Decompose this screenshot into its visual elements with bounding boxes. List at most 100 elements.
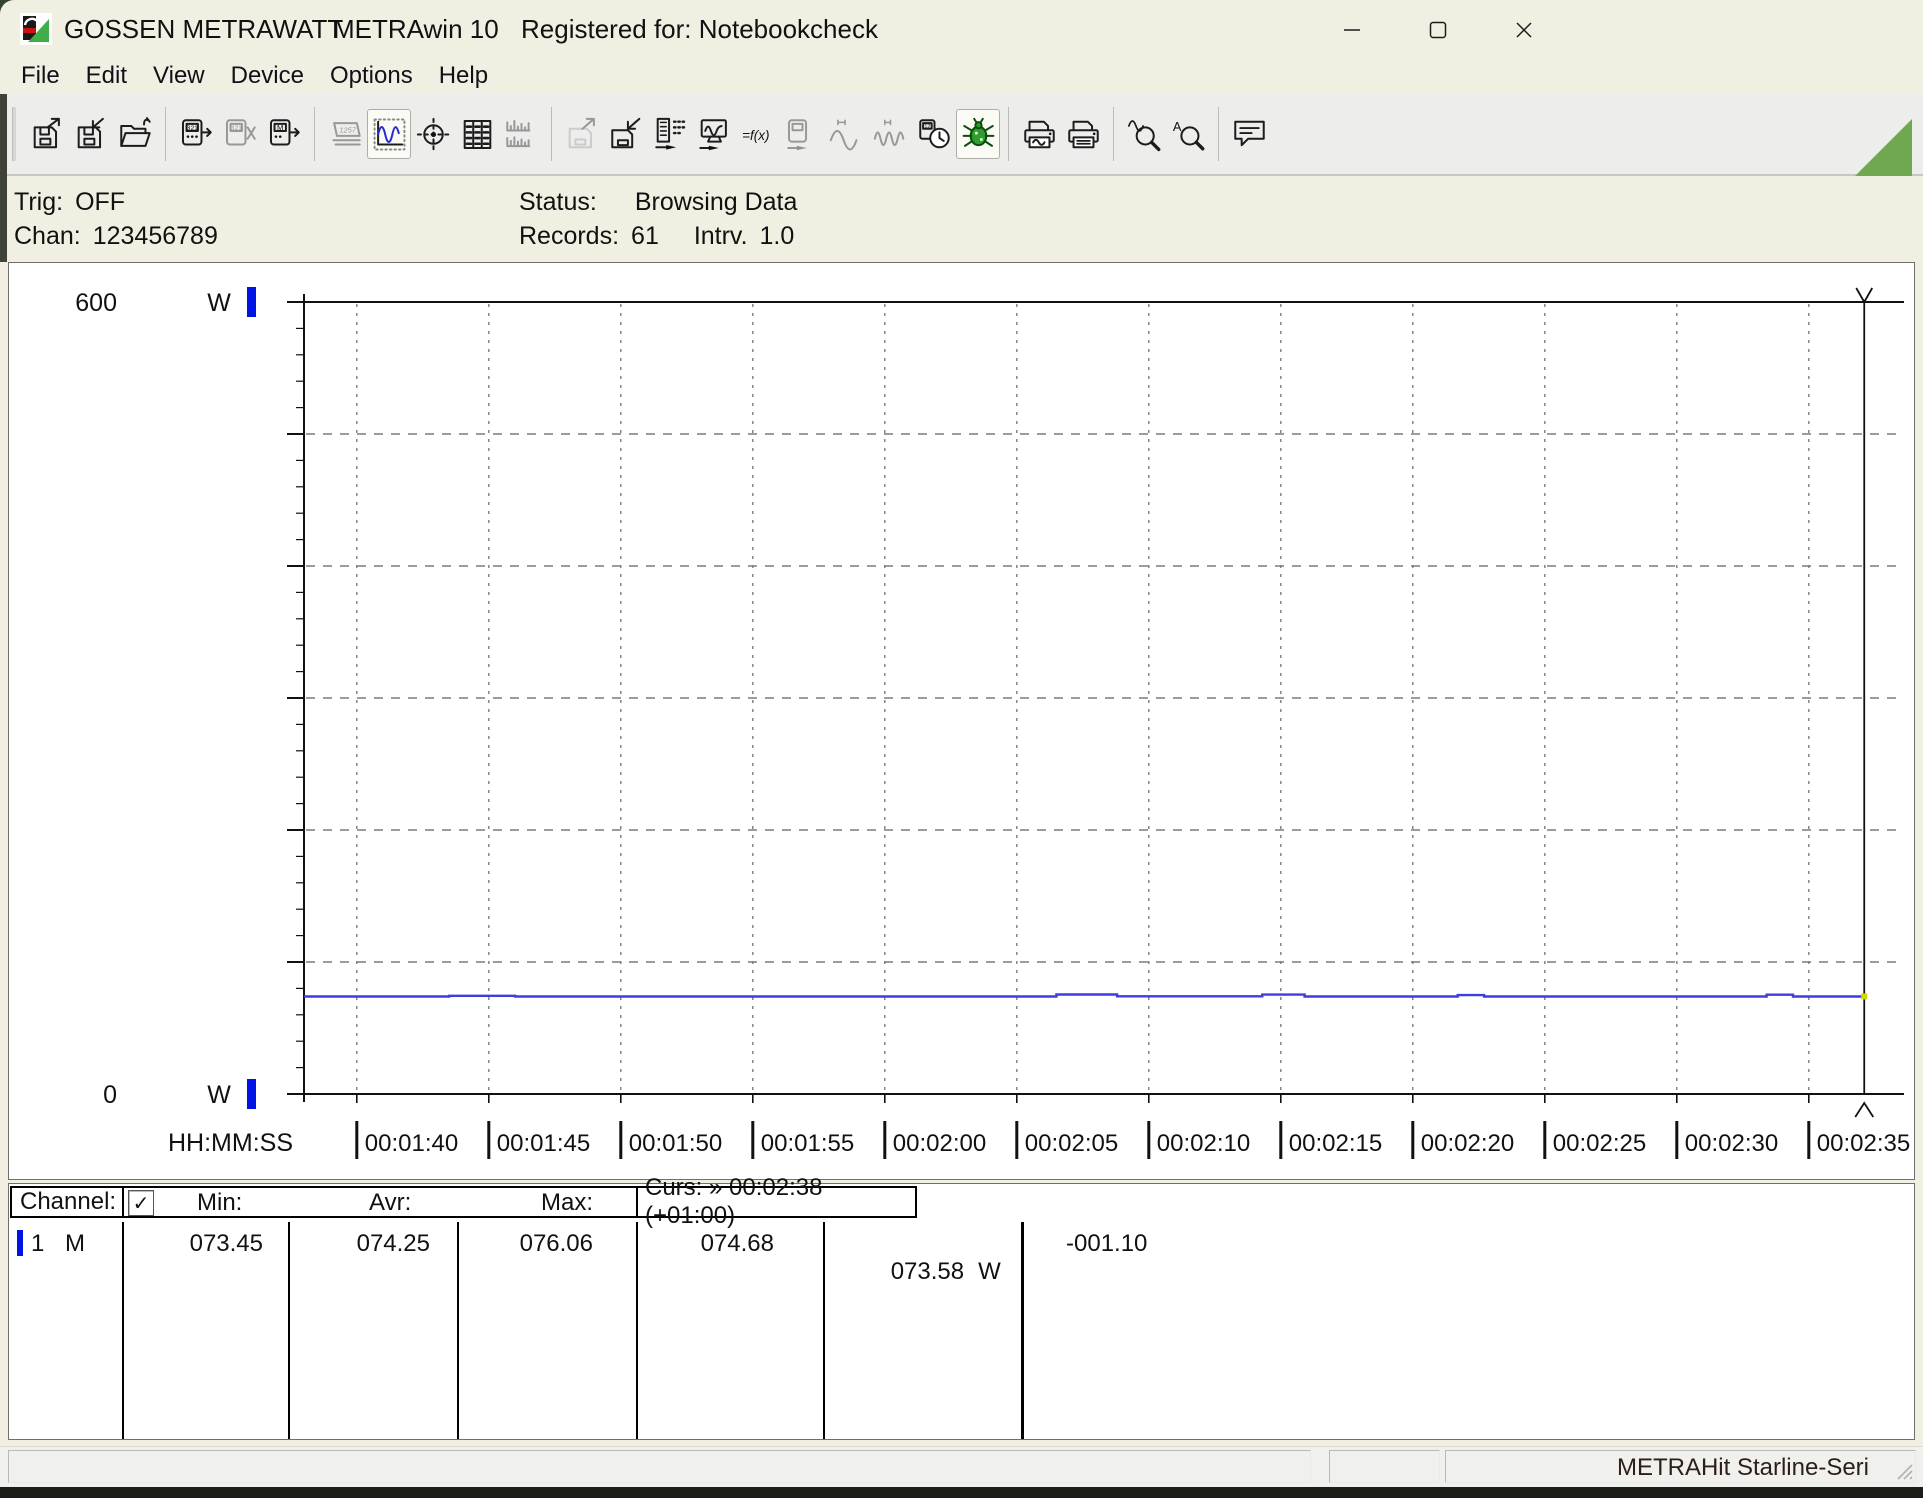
stats-visible-checkbox[interactable]: ✓ xyxy=(128,1190,154,1216)
toolbar-open-file-button[interactable] xyxy=(113,109,157,159)
read-device-memory-icon: M xyxy=(266,116,303,153)
toolbar-save-button[interactable] xyxy=(69,109,113,159)
x-tick-label: 00:01:50 xyxy=(629,1130,722,1157)
live-unit: W xyxy=(978,1258,1001,1285)
toolbar-read-device-memory-button[interactable]: M xyxy=(262,109,306,159)
x-tick-label: 00:01:45 xyxy=(497,1130,590,1157)
power-chart[interactable]: 00:01:4000:01:4500:01:5000:01:5500:02:00… xyxy=(9,263,1914,1179)
trigger-wave-icon xyxy=(828,116,865,153)
toolbar-drag-handle[interactable] xyxy=(12,107,16,161)
toolbar-annotation-button[interactable] xyxy=(1227,109,1271,159)
status-label: Status: xyxy=(519,188,597,216)
x-axis-unit-label: HH:MM:SS xyxy=(168,1129,293,1157)
y-min-channel-marker xyxy=(247,1079,256,1109)
toolbar-table-view-button[interactable] xyxy=(455,109,499,159)
toolbar-export-data-button xyxy=(560,109,604,159)
cursor-top-marker[interactable] xyxy=(1856,288,1872,302)
toolbar-save-as-button[interactable] xyxy=(25,109,69,159)
save-icon xyxy=(73,116,110,153)
toolbar-separator xyxy=(1008,107,1009,161)
status-panel-main xyxy=(8,1450,1311,1483)
browse-status: Status: Browsing Data xyxy=(519,188,797,217)
toolbar-monitor-setup-button[interactable] xyxy=(692,109,736,159)
toolbar-separator xyxy=(1218,107,1219,161)
records-label: Records: xyxy=(519,222,619,250)
monitor-setup-icon xyxy=(696,116,733,153)
print-preview-icon xyxy=(1021,116,1058,153)
open-file-icon xyxy=(117,116,154,153)
toolbar-zoom-text-button[interactable]: A xyxy=(1166,109,1210,159)
toolbar-read-device-321-button[interactable]: 321 xyxy=(174,109,218,159)
desktop: GOSSEN METRAWATT METRAwin 10 Registered … xyxy=(0,0,1923,1498)
header-cursor: Curs: » 00:02:38 (+01:00) xyxy=(636,1186,917,1218)
x-tick-bar xyxy=(1015,1121,1018,1159)
toolbar-import-data-button[interactable] xyxy=(604,109,648,159)
toolbar-scope-view-button[interactable] xyxy=(411,109,455,159)
toolbar-zoom-curve-button[interactable] xyxy=(1122,109,1166,159)
cursor-bottom-marker[interactable] xyxy=(1855,1103,1873,1117)
trigger-status: Trig:OFF xyxy=(14,188,125,217)
y-max-unit: W xyxy=(207,289,231,317)
toolbar-formula-button[interactable]: =f(x) xyxy=(736,109,780,159)
y-max-channel-marker xyxy=(247,287,256,317)
annotation-icon xyxy=(1231,116,1268,153)
menu-edit[interactable]: Edit xyxy=(73,60,140,92)
toolbar-print-button[interactable] xyxy=(1061,109,1105,159)
metrawin-window: GOSSEN METRAWATT METRAwin 10 Registered … xyxy=(0,0,1923,1487)
cell-max: 076.06 xyxy=(458,1230,637,1258)
status-panel-mid xyxy=(1329,1450,1440,1483)
x-tick-bar xyxy=(1807,1121,1810,1159)
zoom-curve-icon xyxy=(1126,116,1163,153)
close-icon xyxy=(1513,19,1535,41)
menu-device[interactable]: Device xyxy=(218,60,317,92)
y-max-label: 600 xyxy=(75,289,117,317)
svg-text:12: 12 xyxy=(924,124,930,130)
chart-panel: 00:01:4000:01:4500:01:5000:01:5500:02:00… xyxy=(8,262,1915,1180)
cell-min: 073.45 xyxy=(123,1230,289,1258)
interval-label: Intrv. xyxy=(694,222,748,250)
toolbar-separator xyxy=(1113,107,1114,161)
toolbar-disconnect-device-321-button: 321 xyxy=(218,109,262,159)
x-tick-label: 00:02:30 xyxy=(1685,1130,1778,1157)
status-bar: METRAHit Starline-Seri xyxy=(0,1446,1923,1487)
menu-options[interactable]: Options xyxy=(317,60,426,92)
toolbar-debug-mode-button[interactable] xyxy=(956,109,1000,159)
toolbar-timer-setup-button[interactable]: 12 xyxy=(912,109,956,159)
svg-text:321: 321 xyxy=(186,124,198,131)
maximize-button[interactable] xyxy=(1414,8,1462,52)
y-min-label: 0 xyxy=(103,1081,117,1109)
channel-number: 1 xyxy=(31,1230,44,1258)
device-setup-icon xyxy=(784,116,821,153)
toolbar-separator xyxy=(551,107,552,161)
menu-view[interactable]: View xyxy=(140,60,218,92)
toolbar-print-preview-button[interactable] xyxy=(1017,109,1061,159)
status-value: Browsing Data xyxy=(635,188,798,216)
x-tick-label: 00:02:10 xyxy=(1157,1130,1250,1157)
checkmark-icon: ✓ xyxy=(133,1191,150,1216)
records-status: Records:61 Intrv.1.0 xyxy=(519,222,794,251)
svg-text:=f(x): =f(x) xyxy=(742,128,769,143)
minimize-button[interactable] xyxy=(1328,8,1376,52)
debug-mode-icon xyxy=(960,116,997,153)
toolbar-trigger-wave-button xyxy=(824,109,868,159)
toolbar-chart-view-button[interactable] xyxy=(367,109,411,159)
toolbar-record-setup-button[interactable] xyxy=(648,109,692,159)
sampling-wave-icon xyxy=(872,116,909,153)
svg-text:321: 321 xyxy=(230,124,242,131)
menu-file[interactable]: File xyxy=(8,60,73,92)
device-name: METRAHit Starline-Seri xyxy=(1617,1454,1869,1482)
x-tick-bar xyxy=(1279,1121,1282,1159)
toolbar-sampling-wave-button xyxy=(868,109,912,159)
toolbar-device-setup-button xyxy=(780,109,824,159)
toolbar-multimeter-display-button: 1257 xyxy=(323,109,367,159)
maximize-icon xyxy=(1427,19,1449,41)
menu-help[interactable]: Help xyxy=(426,60,501,92)
resize-grip-icon[interactable] xyxy=(1893,1460,1913,1480)
print-icon xyxy=(1065,116,1102,153)
import-data-icon xyxy=(608,116,645,153)
close-button[interactable] xyxy=(1500,8,1548,52)
trigger-label: Trig: xyxy=(14,188,63,216)
svg-text:1257: 1257 xyxy=(339,125,356,134)
app-logo-icon xyxy=(20,13,52,45)
x-tick-label: 00:02:05 xyxy=(1025,1130,1118,1157)
